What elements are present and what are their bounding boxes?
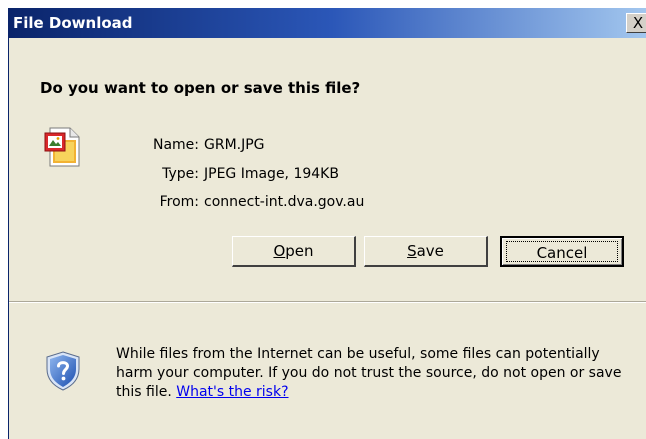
- type-value: JPEG Image, 194KB: [204, 166, 339, 182]
- name-label: Name:: [152, 137, 199, 153]
- type-label: Type:: [162, 166, 199, 182]
- security-warning: While files from the Internet can be use…: [116, 345, 636, 402]
- cancel-button[interactable]: Cancel: [500, 236, 624, 267]
- cancel-label: Cancel: [536, 244, 588, 262]
- whats-the-risk-link[interactable]: What's the risk?: [176, 384, 288, 400]
- close-button[interactable]: X: [626, 13, 646, 33]
- open-mnemonic: O: [273, 242, 286, 260]
- open-label-rest: pen: [285, 242, 314, 260]
- from-value: connect-int.dva.gov.au: [204, 194, 365, 210]
- divider-highlight: [9, 302, 646, 303]
- window-title: File Download: [13, 14, 133, 32]
- file-download-dialog: File Download X Do you want to open or s…: [8, 8, 646, 439]
- save-label-rest: ave: [416, 242, 444, 260]
- name-value: GRM.JPG: [204, 137, 265, 153]
- cancel-focus-rect: Cancel: [506, 241, 618, 262]
- open-button[interactable]: Open: [232, 236, 356, 267]
- save-button[interactable]: Save: [364, 236, 488, 267]
- save-mnemonic: S: [407, 242, 417, 260]
- dialog-question: Do you want to open or save this file?: [40, 79, 361, 97]
- security-shield-question-icon: [46, 351, 80, 391]
- title-bar[interactable]: File Download X: [9, 8, 646, 38]
- close-icon: X: [632, 14, 644, 32]
- from-label: From:: [159, 194, 199, 210]
